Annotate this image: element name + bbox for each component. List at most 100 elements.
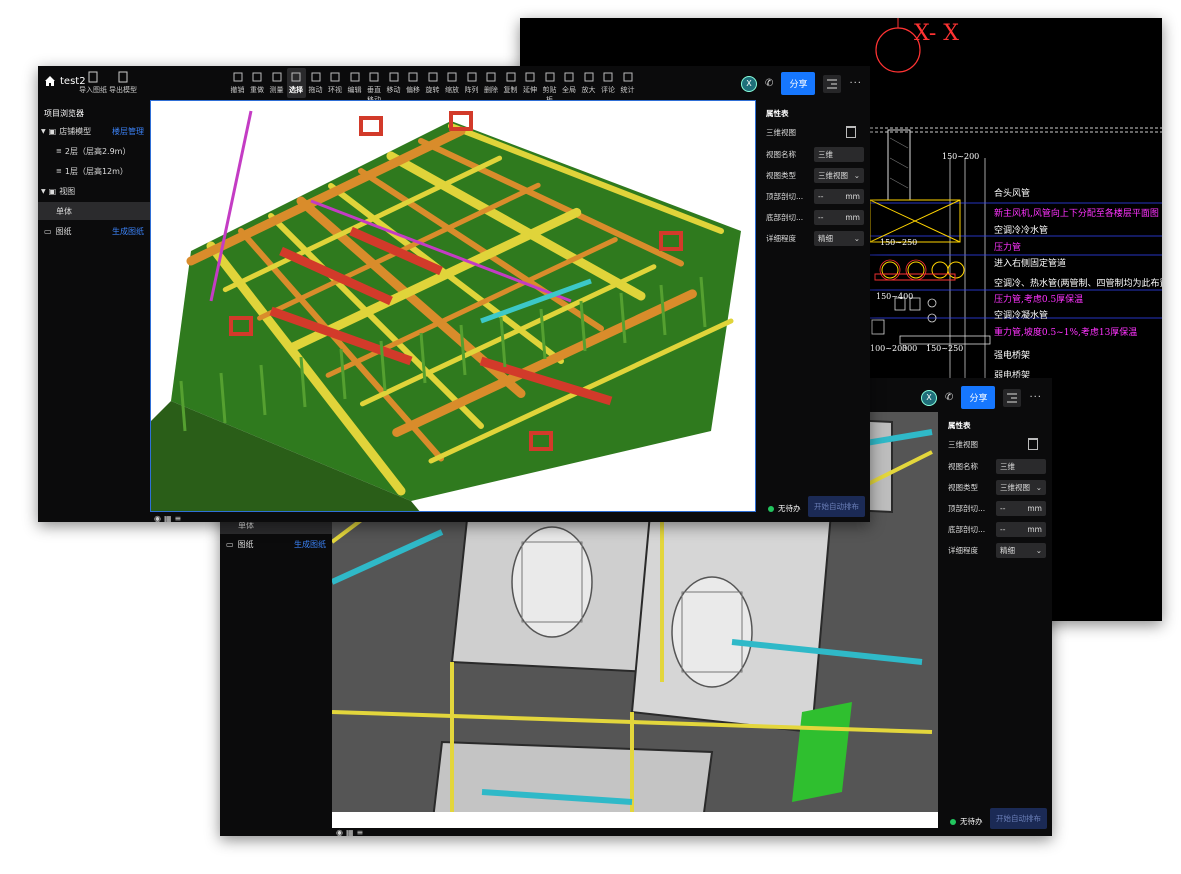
cad-note: 空调冷冷水管 [994,226,1049,236]
property-field[interactable]: -- mm [814,188,864,204]
export-model-button[interactable]: 导出模型 [108,71,138,95]
property-panel: 属性表 三维视图 视图名称 三维 视图类型 三维视图 ⌄ 顶部剖切... -- mm 底部剖切.… [758,100,870,522]
property-value: -- [818,191,824,201]
generate-drawings-link[interactable]: 生成图纸 [294,539,326,550]
property-field[interactable]: 三维视图 ⌄ [996,479,1046,495]
property-field[interactable]: -- mm [996,521,1046,537]
generate-drawings-link[interactable]: 生成图纸 [112,226,144,237]
tool-button[interactable]: 旋转 [423,71,442,95]
user-avatar[interactable]: X [741,75,758,92]
cad-dim: 150~400 [876,292,914,301]
tree-item-model[interactable]: ▼ ▣ 店铺模型 楼层管理 [38,122,150,140]
trash-icon[interactable] [846,126,856,138]
tool-button[interactable]: 编辑 [345,71,364,95]
property-field[interactable]: 三维 [814,146,864,162]
tool-icon [486,72,496,82]
share-button[interactable]: 分享 [781,72,816,95]
tool-icon [350,72,359,82]
property-label: 视图名称 [948,461,978,471]
status-dot-icon [950,818,956,825]
cad-note: 强电桥架 [994,351,1031,361]
tree-item-views[interactable]: ▼ ▣ 视图 [38,182,150,200]
property-field[interactable]: 三维 [996,458,1046,474]
property-suffix: mm [845,212,860,222]
property-row: 视图类型 三维视图 ⌄ [766,167,864,183]
cad-note: 空调冷、热水管(两管制、四管制均为此布置原则) [994,279,1162,289]
tool-button[interactable]: 评论 [599,71,618,95]
property-row: 顶部剖切... -- mm [766,188,864,204]
property-label: 底部剖切... [948,524,986,534]
3d-model-render[interactable] [151,101,756,512]
layers-icon[interactable]: ≡ [357,828,367,836]
property-value: 三维视图 [1000,482,1030,492]
cad-note: 合头风管 [994,189,1031,199]
property-label: 顶部剖切... [948,503,986,513]
cad-note: 空调冷凝水管 [994,311,1049,321]
property-field[interactable]: 精细 ⌄ [996,542,1046,558]
tool-button[interactable]: 撤销 [228,71,247,95]
grid-icon[interactable]: ▦ [164,514,175,522]
tool-icon [291,72,301,82]
tool-button[interactable]: 选择 [286,68,306,98]
more-menu-button[interactable]: ··· [849,78,862,89]
tool-label: 导入图纸 [79,86,107,94]
floor-manage-link[interactable]: 楼层管理 [112,126,144,137]
layers-icon[interactable]: ≡ [175,514,185,522]
property-field[interactable]: -- mm [996,500,1046,516]
panel-toggle-button[interactable] [823,74,842,93]
property-field[interactable]: 三维视图 ⌄ [814,167,864,183]
import-drawing-button[interactable]: 导入图纸 [78,71,108,95]
tree-item-floor[interactable]: ≡ 1层（层高12m） [38,162,150,180]
tool-button[interactable]: 阵列 [462,71,481,95]
tree-item-drawings[interactable]: ▭ 图纸 生成图纸 [38,222,150,240]
tool-button[interactable]: 移动 [384,71,403,95]
tool-icon [467,72,476,82]
tree-item-label: 单体 [56,206,72,216]
tool-button[interactable]: 拖动 [306,71,325,95]
panel-toggle-button[interactable] [1003,388,1022,407]
property-value: 三维 [1000,461,1015,471]
tool-label: 全局 [562,86,576,94]
tool-button[interactable]: 删除 [482,71,501,95]
tool-button[interactable]: 偏移 [404,71,423,95]
tree-item-single[interactable]: 单体 [38,202,150,220]
status-dot-icon [768,505,774,512]
property-panel-title: 属性表 [948,421,971,430]
more-menu-button[interactable]: ··· [1029,392,1042,403]
3d-viewport-front[interactable] [150,100,756,512]
trash-icon[interactable] [1028,438,1038,450]
tool-button[interactable]: 统计 [618,71,637,95]
tool-icon [623,72,632,82]
phone-icon[interactable]: ✆ [945,392,953,403]
viewport-bottom-icons: ◉▦≡ [154,514,184,522]
property-field[interactable]: -- mm [814,209,864,225]
tree-item-floor[interactable]: ≡ 2层（层高2.9m） [38,142,150,160]
cad-section-label: X- X [914,21,959,46]
property-field[interactable]: 精细 ⌄ [814,230,864,246]
share-button[interactable]: 分享 [961,386,996,409]
tool-button[interactable]: 延伸 [521,71,540,95]
property-value: -- [1000,524,1006,534]
phone-icon[interactable]: ✆ [765,78,773,89]
auto-arrange-button[interactable]: 开始自动排布 [990,808,1047,829]
property-value: 三维视图 [818,170,848,180]
tool-icon [525,72,535,82]
user-avatar[interactable]: X [921,389,938,406]
eye-icon[interactable]: ◉ [154,514,164,522]
grid-icon[interactable]: ▦ [346,828,357,836]
auto-arrange-button[interactable]: 开始自动排布 [808,496,865,517]
tool-button[interactable]: 测量 [267,71,286,95]
property-panel: 属性表 三维视图 视图名称 三维 视图类型 三维视图 ⌄ 顶部剖切... -- mm 底部剖切.… [940,412,1052,836]
tool-button[interactable]: 复制 [501,71,520,95]
tool-button[interactable]: 环视 [326,71,345,95]
tool-icon [233,72,242,82]
caret-down-icon: ▼ [41,127,46,135]
eye-icon[interactable]: ◉ [336,828,346,836]
tool-label: 放大 [581,86,596,94]
tree-item-drawings[interactable]: ▭ 图纸 生成图纸 [220,535,332,553]
tool-button[interactable]: 全局 [560,71,579,95]
tool-button[interactable]: 缩放 [443,71,462,95]
tool-button[interactable]: 重做 [248,71,267,95]
tool-button[interactable]: 放大 [579,71,598,95]
tool-icon [311,72,320,82]
